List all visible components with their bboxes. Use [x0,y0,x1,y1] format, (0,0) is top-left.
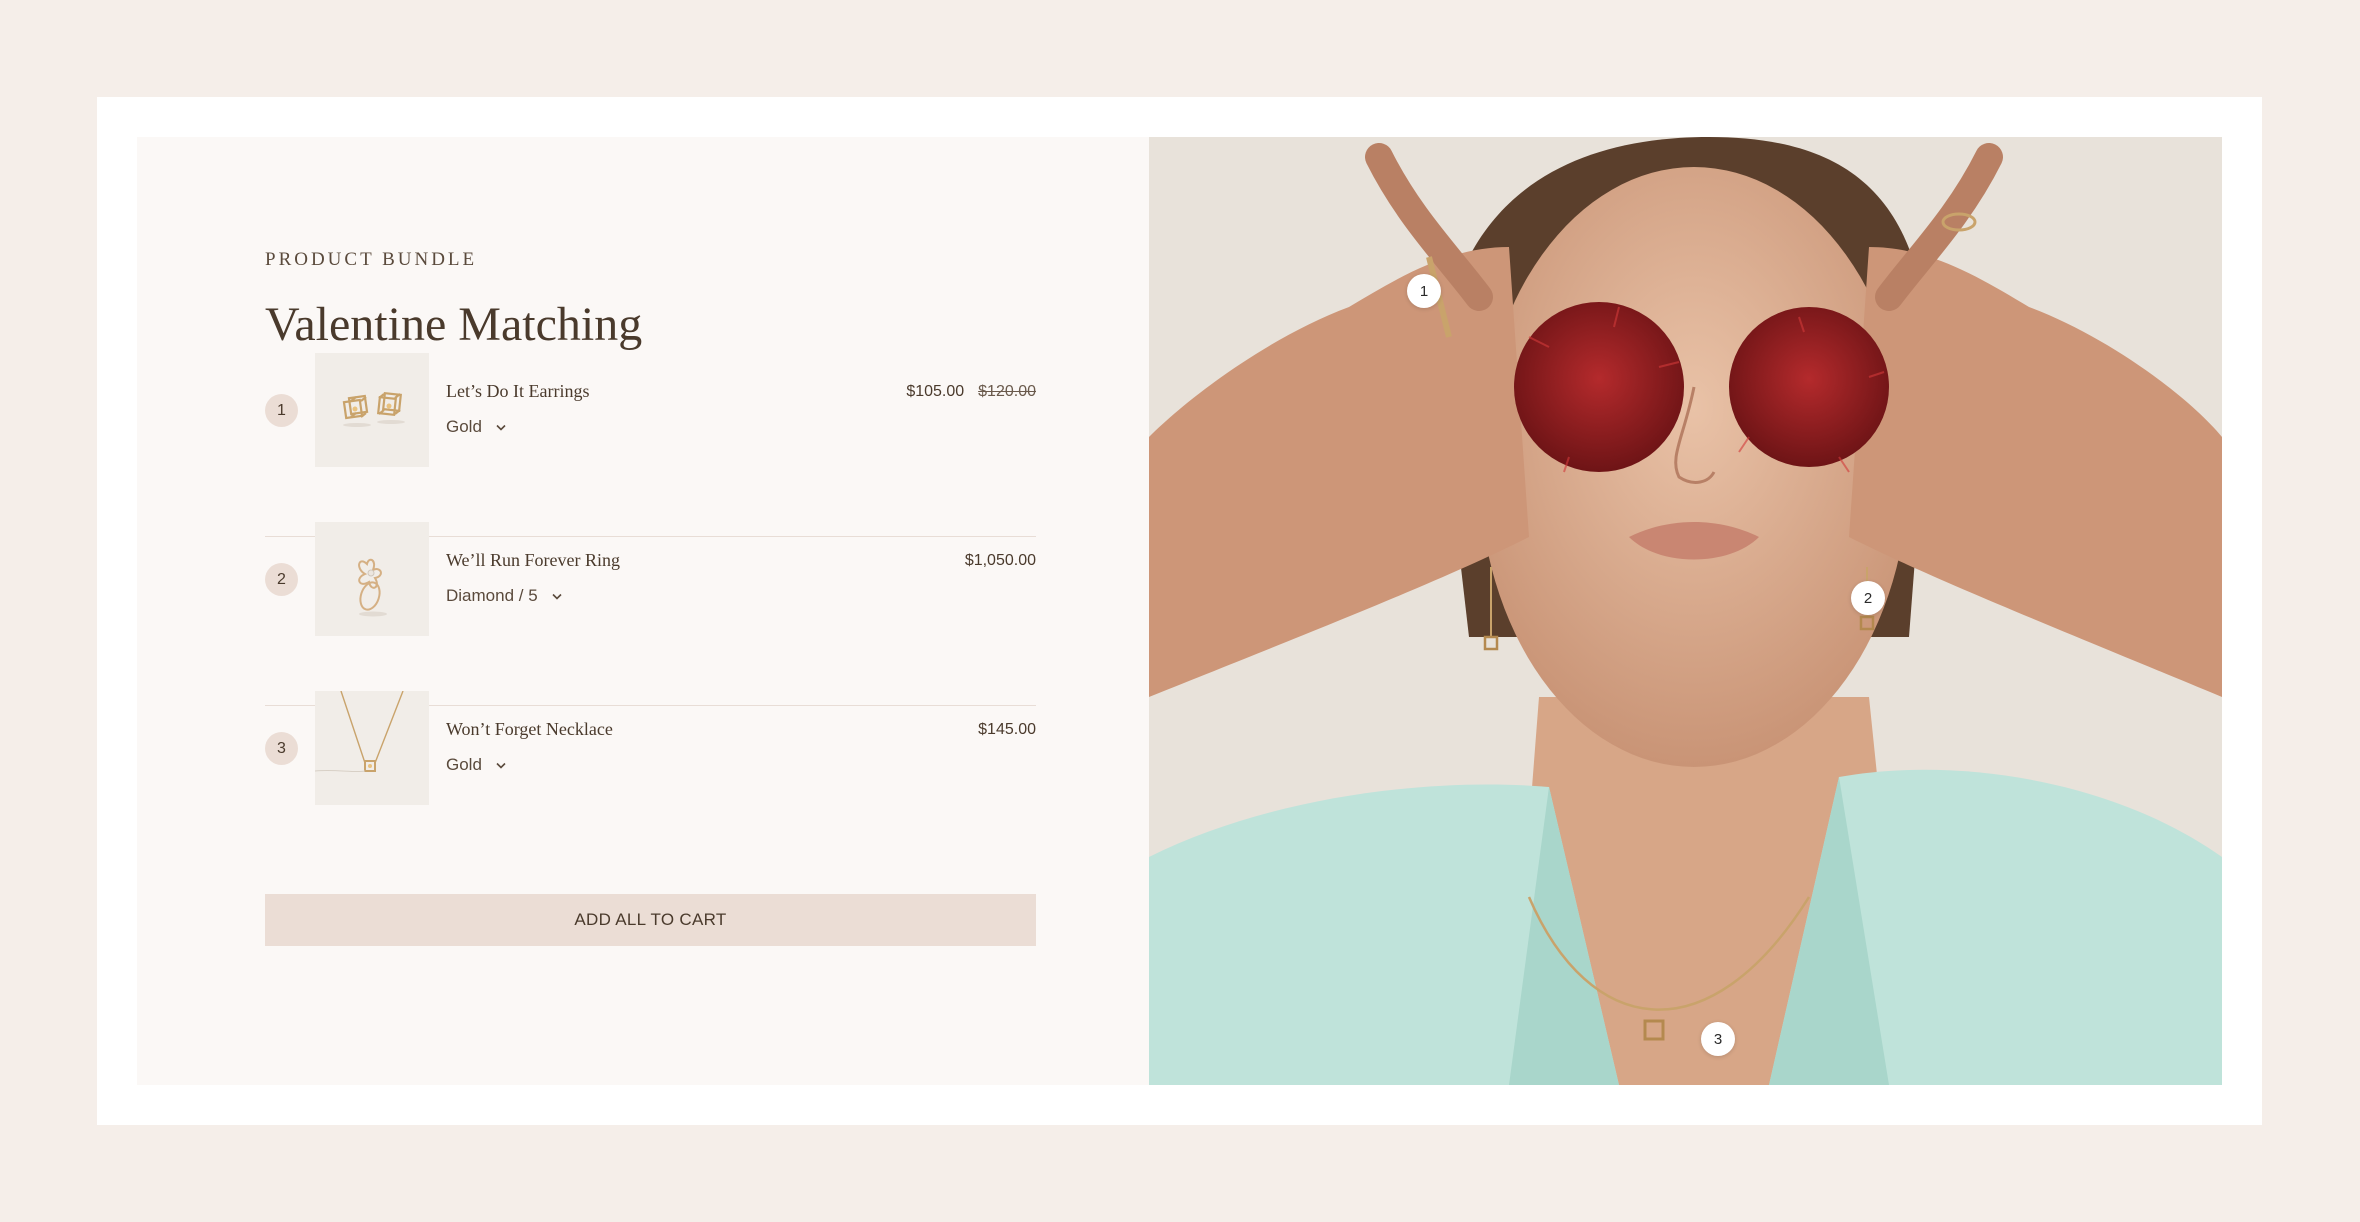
item-number-badge: 3 [265,732,298,765]
bundle-card: PRODUCT BUNDLE Valentine Matching 1 Let’… [97,97,2262,1125]
variant-select[interactable]: Gold [446,755,506,775]
item-price: $1,050.00 [964,552,1036,569]
bundle-item-earrings: 1 Let’s Do It Earrings Gold $105.00 $120… [265,353,1036,467]
bundle-title: Valentine Matching [265,298,643,351]
bundle-eyebrow: PRODUCT BUNDLE [265,249,478,270]
variant-value: Gold [446,755,482,774]
item-number-badge: 1 [265,394,298,427]
hotspot-3[interactable]: 3 [1701,1022,1735,1056]
hotspot-2[interactable]: 2 [1851,581,1885,615]
hotspot-1[interactable]: 1 [1407,274,1441,308]
chevron-down-icon [496,762,506,769]
variant-value: Gold [446,417,482,436]
item-name[interactable]: Let’s Do It Earrings [446,381,589,402]
item-name[interactable]: We’ll Run Forever Ring [446,550,620,571]
earrings-thumbnail[interactable] [315,353,429,467]
chevron-down-icon [552,593,562,600]
item-price: $145.00 [978,721,1036,738]
model-wearing-jewelry-image [1149,137,2222,1085]
item-price: $105.00 [906,383,965,400]
bundle-item-ring: 2 We’ll Run Forever Ring Diamond / 5 $1,… [265,522,1036,636]
item-prices: $1,050.00 [965,552,1036,570]
lifestyle-photo: 1 2 3 [1149,137,2222,1085]
variant-select[interactable]: Gold [446,417,506,437]
item-name[interactable]: Won’t Forget Necklace [446,719,613,740]
add-all-to-cart-button[interactable]: ADD ALL TO CART [265,894,1036,946]
item-compare-price: $120.00 [978,383,1036,400]
necklace-thumbnail[interactable] [315,691,429,805]
variant-select[interactable]: Diamond / 5 [446,586,562,606]
bundle-item-necklace: 3 Won’t Forget Necklace Gold $145.00 [265,691,1036,805]
bundle-panel: PRODUCT BUNDLE Valentine Matching 1 Let’… [137,137,1149,1085]
item-prices: $105.00 $120.00 [906,383,1036,401]
chevron-down-icon [496,424,506,431]
item-number-badge: 2 [265,563,298,596]
variant-value: Diamond / 5 [446,586,538,605]
item-prices: $145.00 [978,721,1036,739]
ring-thumbnail[interactable] [315,522,429,636]
